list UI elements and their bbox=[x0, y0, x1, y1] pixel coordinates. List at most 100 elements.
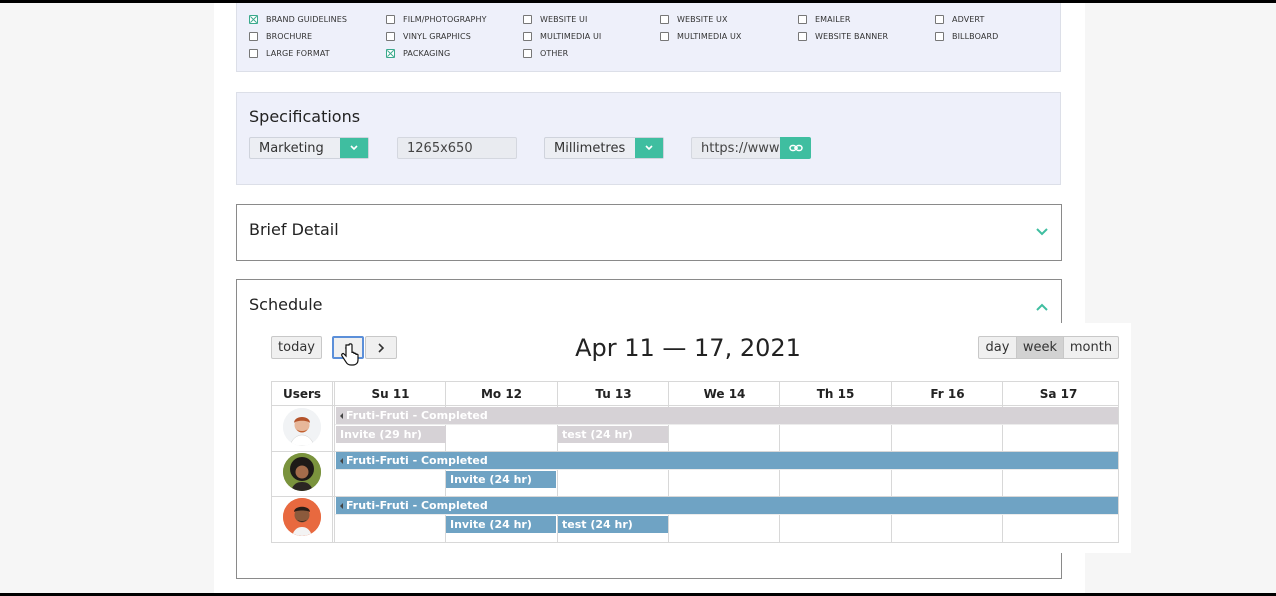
checkbox-label: BRAND GUIDELINES bbox=[266, 14, 348, 24]
day-header: Mo 12 bbox=[480, 386, 523, 401]
category-select-value: Marketing bbox=[259, 140, 324, 156]
checkbox-item[interactable]: ADVERT bbox=[935, 12, 984, 26]
today-button[interactable]: today bbox=[271, 336, 322, 359]
project-bar-label: Fruti-Fruti - Completed bbox=[346, 454, 488, 467]
checkbox-label: PACKAGING bbox=[403, 48, 451, 58]
grid-hline bbox=[271, 405, 1119, 406]
top-edge bbox=[0, 0, 1276, 3]
checkbox[interactable] bbox=[660, 31, 669, 41]
project-bar-label: Fruti-Fruti - Completed bbox=[346, 499, 488, 512]
checkbox-item[interactable]: BROCHURE bbox=[249, 29, 312, 43]
users-column-header: Users bbox=[282, 387, 322, 401]
checkbox-item[interactable]: OTHER bbox=[523, 46, 568, 60]
avatar bbox=[283, 498, 321, 536]
checkbox[interactable] bbox=[660, 14, 669, 24]
brief-detail-accordion[interactable]: Brief Detail bbox=[236, 204, 1062, 261]
avatar bbox=[283, 453, 321, 491]
project-bar-label: Fruti-Fruti - Completed bbox=[346, 409, 488, 422]
link-button[interactable] bbox=[780, 137, 811, 159]
checkbox-item[interactable]: PACKAGING bbox=[386, 46, 450, 60]
checkbox-label: WEBSITE UI bbox=[540, 14, 588, 24]
calendar-range-title: Apr 11 — 17, 2021 bbox=[575, 334, 801, 362]
checkbox-label: BILLBOARD bbox=[952, 31, 999, 41]
checkbox-item[interactable]: WEBSITE BANNER bbox=[798, 29, 888, 43]
checkbox-label: VINYL GRAPHICS bbox=[403, 31, 471, 41]
grid-subline bbox=[335, 469, 1118, 470]
next-week-button[interactable] bbox=[365, 336, 397, 359]
caret-left-icon bbox=[340, 457, 343, 464]
checkbox[interactable] bbox=[386, 48, 395, 58]
checkbox-label: ADVERT bbox=[952, 14, 985, 24]
day-header: Su 11 bbox=[371, 386, 410, 401]
checkbox-label: WEBSITE UX bbox=[677, 14, 728, 24]
page-background-left bbox=[0, 0, 214, 596]
caret-left-icon bbox=[340, 502, 343, 509]
project-bar[interactable]: Fruti-Fruti - Completed bbox=[336, 497, 1118, 514]
task-bar[interactable]: test (24 hr) bbox=[558, 516, 668, 533]
checkbox[interactable] bbox=[798, 14, 807, 24]
checkbox[interactable] bbox=[935, 14, 944, 24]
checkbox[interactable] bbox=[386, 31, 395, 41]
task-bar[interactable]: test (24 hr) bbox=[558, 426, 668, 443]
checkbox[interactable] bbox=[249, 48, 258, 58]
checkbox-label: WEBSITE BANNER bbox=[815, 31, 889, 41]
hand-cursor-icon bbox=[341, 343, 359, 366]
checkbox-item[interactable]: VINYL GRAPHICS bbox=[386, 29, 471, 43]
checkbox[interactable] bbox=[523, 48, 532, 58]
units-select[interactable]: Millimetres bbox=[544, 137, 664, 159]
dimensions-input[interactable]: 1265x650 bbox=[397, 137, 517, 159]
avatar bbox=[283, 408, 321, 446]
url-input[interactable]: https://www bbox=[691, 137, 781, 159]
checkbox[interactable] bbox=[386, 14, 395, 24]
checkbox[interactable] bbox=[935, 31, 944, 41]
checkbox[interactable] bbox=[249, 14, 258, 24]
project-bar[interactable]: Fruti-Fruti - Completed bbox=[336, 407, 1118, 424]
day-header: Th 15 bbox=[816, 386, 855, 401]
chevron-down-icon[interactable] bbox=[340, 138, 368, 158]
day-header: Tu 13 bbox=[595, 386, 632, 401]
chevron-down-icon[interactable] bbox=[635, 138, 663, 158]
checkbox-item[interactable]: BRAND GUIDELINES bbox=[249, 12, 347, 26]
checkbox-label: MULTIMEDIA UX bbox=[677, 31, 742, 41]
checkbox[interactable] bbox=[798, 31, 807, 41]
checkbox-item[interactable]: EMAILER bbox=[798, 12, 851, 26]
checkbox-label: EMAILER bbox=[815, 14, 851, 24]
checkbox[interactable] bbox=[523, 14, 532, 24]
grid-subline bbox=[335, 514, 1118, 515]
checkbox[interactable] bbox=[523, 31, 532, 41]
category-select[interactable]: Marketing bbox=[249, 137, 369, 159]
checkbox[interactable] bbox=[249, 31, 258, 41]
checkbox-item[interactable]: WEBSITE UI bbox=[523, 12, 587, 26]
chevron-right-icon bbox=[378, 342, 385, 353]
view-month-button[interactable]: month bbox=[1063, 336, 1119, 359]
caret-left-icon bbox=[340, 412, 343, 419]
units-select-value: Millimetres bbox=[554, 140, 626, 156]
checkbox-item[interactable]: WEBSITE UX bbox=[660, 12, 728, 26]
day-header: Sa 17 bbox=[1039, 386, 1078, 401]
checkbox-item[interactable]: LARGE FORMAT bbox=[249, 46, 330, 60]
day-header: We 14 bbox=[703, 386, 746, 401]
checkbox-item[interactable]: MULTIMEDIA UX bbox=[660, 29, 742, 43]
chevron-up-icon[interactable] bbox=[1035, 300, 1049, 314]
link-icon bbox=[788, 144, 803, 152]
schedule-title: Schedule bbox=[249, 295, 323, 314]
checkbox-label: LARGE FORMAT bbox=[266, 48, 330, 58]
view-week-button[interactable]: week bbox=[1016, 336, 1064, 359]
checkbox-item[interactable]: FILM/PHOTOGRAPHY bbox=[386, 12, 487, 26]
checkbox-label: MULTIMEDIA UI bbox=[540, 31, 602, 41]
checkbox-item[interactable]: BILLBOARD bbox=[935, 29, 998, 43]
checkbox-label: OTHER bbox=[540, 48, 569, 58]
day-header: Fr 16 bbox=[930, 386, 965, 401]
task-bar[interactable]: Invite (24 hr) bbox=[446, 471, 556, 488]
task-bar[interactable]: Invite (29 hr) bbox=[336, 426, 446, 443]
chevron-down-icon[interactable] bbox=[1035, 225, 1049, 239]
task-bar[interactable]: Invite (24 hr) bbox=[446, 516, 556, 533]
checkbox-item[interactable]: MULTIMEDIA UI bbox=[523, 29, 601, 43]
brief-detail-title: Brief Detail bbox=[249, 220, 339, 239]
specifications-title: Specifications bbox=[249, 107, 361, 126]
checkbox-label: FILM/PHOTOGRAPHY bbox=[403, 14, 487, 24]
view-day-button[interactable]: day bbox=[978, 336, 1017, 359]
project-bar[interactable]: Fruti-Fruti - Completed bbox=[336, 452, 1118, 469]
grid-subline bbox=[335, 424, 1118, 425]
checkbox-label: BROCHURE bbox=[266, 31, 313, 41]
